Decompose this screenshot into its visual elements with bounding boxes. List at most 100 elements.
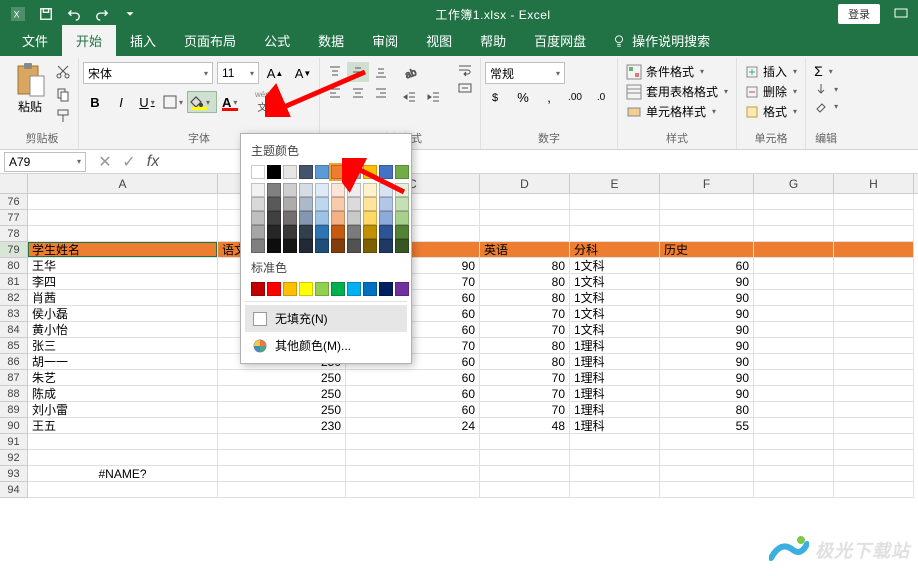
cell[interactable] [754,322,834,338]
cell[interactable] [754,386,834,402]
color-swatch[interactable] [283,225,297,239]
clear-button[interactable]: ▾ [810,98,842,114]
tab-baidu[interactable]: 百度网盘 [520,25,600,56]
align-right-button[interactable] [370,83,392,103]
no-fill-item[interactable]: 无填充(N) [245,305,407,332]
insert-cells-button[interactable]: 插入▾ [741,62,801,81]
cell[interactable] [834,354,914,370]
cell[interactable]: 230 [218,418,346,434]
tab-data[interactable]: 数据 [304,25,358,56]
cell[interactable] [834,290,914,306]
cell[interactable] [834,482,914,498]
tell-me-search[interactable]: 操作说明搜索 [600,25,722,56]
cell[interactable] [218,450,346,466]
tab-formulas[interactable]: 公式 [250,25,304,56]
cell[interactable] [28,210,218,226]
cell[interactable] [754,290,834,306]
col-header-G[interactable]: G [754,174,834,193]
color-swatch[interactable] [267,183,281,197]
cell[interactable] [754,274,834,290]
col-header-H[interactable]: H [834,174,914,193]
bold-button[interactable]: B [83,91,107,113]
cell[interactable]: 学生姓名 [28,242,218,258]
number-format-combo[interactable]: 常规 ▾ [485,62,565,84]
fx-button[interactable]: fx [142,152,164,172]
cell[interactable] [28,194,218,210]
cell[interactable] [754,466,834,482]
cell[interactable] [570,210,660,226]
cell[interactable] [754,450,834,466]
increase-indent-button[interactable] [422,86,446,108]
color-swatch[interactable] [331,197,345,211]
color-swatch[interactable] [267,225,281,239]
tab-view[interactable]: 视图 [412,25,466,56]
increase-decimal-button[interactable]: .00 [563,86,587,108]
color-swatch[interactable] [299,239,313,253]
color-swatch[interactable] [395,211,409,225]
cell[interactable] [834,322,914,338]
color-swatch[interactable] [251,239,265,253]
cell[interactable] [754,194,834,210]
cell[interactable] [754,354,834,370]
color-swatch[interactable] [363,197,377,211]
cell[interactable]: 王华 [28,258,218,274]
color-swatch[interactable] [331,282,345,296]
color-swatch[interactable] [331,183,345,197]
align-top-button[interactable] [324,62,346,82]
font-size-combo[interactable]: 11 ▾ [217,62,259,84]
color-swatch[interactable] [363,282,377,296]
color-swatch[interactable] [395,225,409,239]
cell[interactable]: 250 [218,402,346,418]
color-swatch[interactable] [315,282,329,296]
cell[interactable] [754,418,834,434]
color-swatch[interactable] [395,197,409,211]
color-swatch[interactable] [379,183,393,197]
cell[interactable] [834,226,914,242]
cell[interactable] [480,210,570,226]
cell[interactable] [660,466,754,482]
color-swatch[interactable] [347,239,361,253]
cell[interactable]: 张三 [28,338,218,354]
color-swatch[interactable] [347,165,361,179]
cell[interactable]: 70 [480,402,570,418]
align-middle-button[interactable] [347,62,369,82]
decrease-decimal-button[interactable]: .0 [589,86,613,108]
color-swatch[interactable] [299,211,313,225]
row-header[interactable]: 86 [0,354,28,370]
row-header[interactable]: 77 [0,210,28,226]
qat-customize-icon[interactable] [118,2,142,26]
color-swatch[interactable] [315,197,329,211]
cell[interactable]: 80 [660,402,754,418]
cell[interactable] [754,370,834,386]
font-name-combo[interactable]: 宋体 ▾ [83,62,213,84]
cell[interactable]: 70 [480,386,570,402]
cell[interactable]: 1理科 [570,354,660,370]
cell-styles-button[interactable]: 单元格样式▾ [622,102,732,121]
cell[interactable]: 侯小磊 [28,306,218,322]
cell[interactable] [28,434,218,450]
conditional-format-button[interactable]: 条件格式▾ [622,62,732,81]
cell[interactable]: 分科 [570,242,660,258]
wrap-text-button[interactable] [454,62,476,78]
cell[interactable]: 90 [660,290,754,306]
cut-button[interactable] [52,62,74,82]
cell[interactable]: 陈成 [28,386,218,402]
color-swatch[interactable] [251,211,265,225]
col-header-E[interactable]: E [570,174,660,193]
cell[interactable]: 胡一一 [28,354,218,370]
cell[interactable] [480,194,570,210]
cell[interactable] [834,466,914,482]
cell[interactable] [346,450,480,466]
cell[interactable] [218,482,346,498]
row-header[interactable]: 84 [0,322,28,338]
color-swatch[interactable] [395,165,409,179]
color-swatch[interactable] [267,282,281,296]
color-swatch[interactable] [347,197,361,211]
cell[interactable]: 朱艺 [28,370,218,386]
cell[interactable]: 80 [480,290,570,306]
spreadsheet-grid[interactable]: ABCDEFGH 7677787980818283848586878889909… [0,174,918,566]
redo-icon[interactable] [90,2,114,26]
row-header[interactable]: 80 [0,258,28,274]
cell[interactable]: 250 [218,386,346,402]
color-swatch[interactable] [251,282,265,296]
